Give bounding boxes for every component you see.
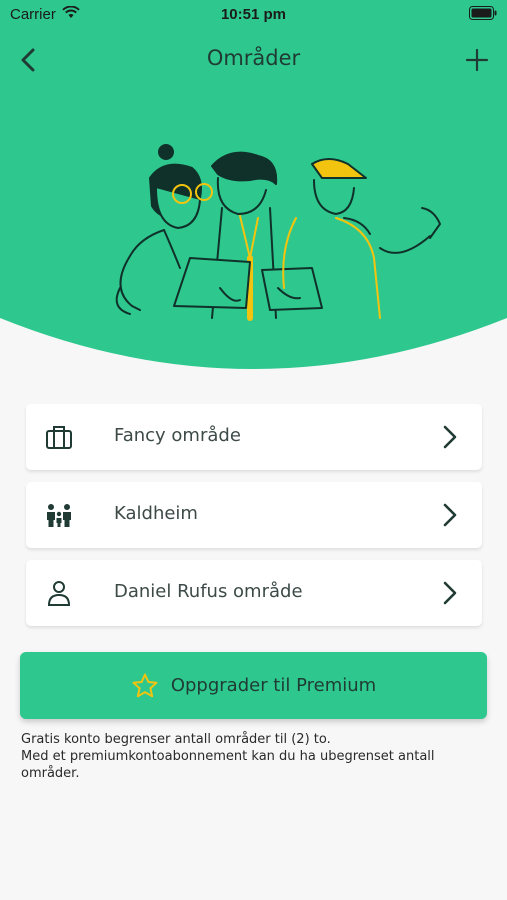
person-icon	[47, 581, 71, 606]
status-bar: Carrier 10:51 pm	[0, 0, 507, 30]
briefcase-icon	[46, 426, 72, 449]
family-icon	[47, 504, 71, 527]
info-line-2: Med et premiumkontoabonnement kan du ha …	[21, 749, 435, 781]
area-item-fancy[interactable]: Fancy område	[26, 404, 482, 470]
page-title: Områder	[206, 46, 301, 70]
add-area-button[interactable]	[461, 44, 493, 76]
chevron-right-icon	[443, 581, 457, 605]
area-item-daniel-rufus[interactable]: Daniel Rufus område	[26, 560, 482, 626]
star-icon	[132, 673, 158, 697]
upgrade-premium-button[interactable]: Oppgrader til Premium	[20, 652, 487, 719]
account-limit-info: Gratis konto begrenser antall områder ti…	[21, 731, 483, 782]
upgrade-premium-label: Oppgrader til Premium	[170, 675, 377, 696]
chevron-right-icon	[443, 503, 457, 527]
team-illustration	[115, 144, 441, 321]
area-item-label: Kaldheim	[114, 503, 198, 524]
battery-icon	[469, 6, 497, 24]
area-item-label: Fancy område	[114, 425, 241, 446]
area-item-kaldheim[interactable]: Kaldheim	[26, 482, 482, 548]
info-line-1: Gratis konto begrenser antall områder ti…	[21, 732, 331, 747]
status-time: 10:51 pm	[220, 6, 287, 23]
area-item-label: Daniel Rufus område	[114, 581, 303, 602]
chevron-right-icon	[443, 425, 457, 449]
navigation-bar: Områder	[0, 36, 507, 84]
plus-icon	[465, 48, 489, 72]
